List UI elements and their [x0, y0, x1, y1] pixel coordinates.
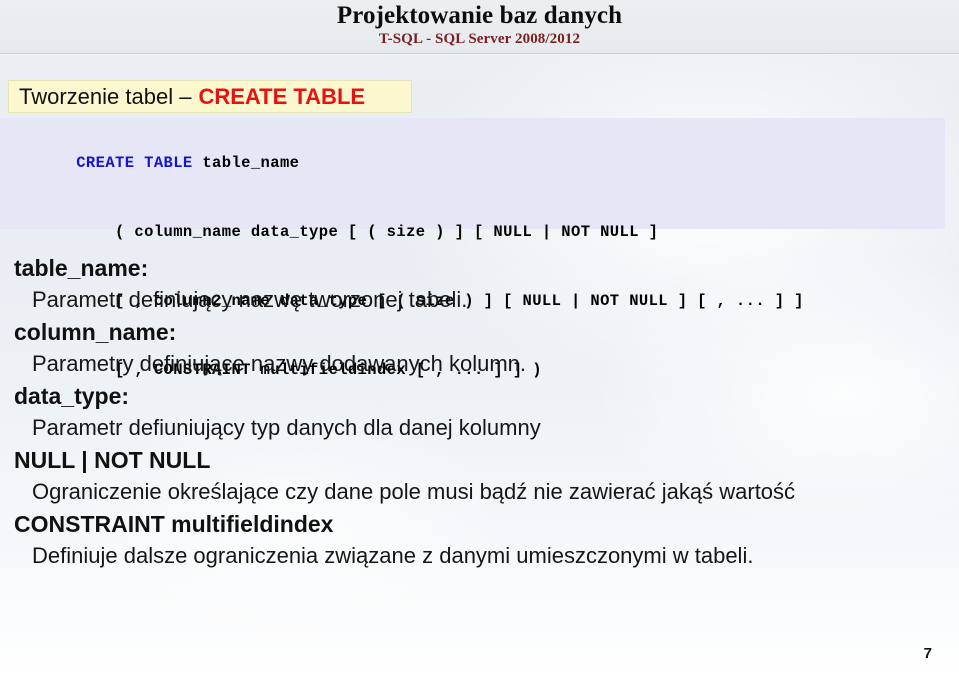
- definition-term-label: CONSTRAINT multifieldindex: [14, 511, 334, 537]
- definition-term: NULL | NOT NULL: [14, 444, 946, 476]
- definition-term-label: NULL | NOT NULL: [14, 447, 211, 473]
- code-keyword: CREATE TABLE: [76, 154, 193, 172]
- definition-term-label: column_name: [14, 319, 169, 345]
- section-heading-keyword: CREATE TABLE: [198, 83, 366, 109]
- section-heading-label: Tworzenie tabel –: [19, 83, 192, 109]
- slide: Projektowanie baz danych T-SQL - SQL Ser…: [0, 0, 959, 679]
- definition-term-suffix: :: [168, 319, 177, 345]
- definition-term-label: table_name: [14, 255, 141, 281]
- code-text: ( column_name data_type [ ( size ) ] [ N…: [76, 223, 659, 241]
- section-heading: Tworzenie tabel – CREATE TABLE: [8, 80, 412, 113]
- definition-description: Definiuje dalsze ograniczenia związane z…: [32, 543, 754, 568]
- definition-term: column_name:: [14, 316, 946, 348]
- definition-term: table_name:: [14, 252, 946, 284]
- code-line: CREATE TABLE table_name: [0, 129, 945, 198]
- definition-term: data_type:: [14, 380, 946, 412]
- definition-description: Ograniczenie określające czy dane pole m…: [32, 479, 796, 504]
- definition-term: CONSTRAINT multifieldindex: [14, 508, 946, 540]
- definition-description: Parametry definiujące nazwy dodawanych k…: [32, 351, 527, 376]
- header-divider-highlight: [0, 54, 959, 55]
- page-title: Projektowanie baz danych: [336, 2, 623, 29]
- definition-term-suffix: :: [121, 383, 130, 409]
- slide-header: Projektowanie baz danych T-SQL - SQL Ser…: [0, 0, 959, 53]
- code-text: table_name: [192, 154, 300, 172]
- definition-list: table_name: Parametr definiujący nazwę t…: [14, 252, 946, 572]
- definition-term-label: data_type: [14, 383, 122, 409]
- definition-description: Parametr defiuniujący typ danych dla dan…: [32, 415, 541, 440]
- sql-syntax-block: CREATE TABLE table_name ( column_name da…: [0, 118, 945, 379]
- page-number: 7: [923, 645, 932, 662]
- page-subtitle: T-SQL - SQL Server 2008/2012: [378, 31, 581, 47]
- definition-term-suffix: :: [140, 255, 149, 281]
- definition-description: Parametr definiujący nazwę tworzonej tab…: [32, 287, 468, 312]
